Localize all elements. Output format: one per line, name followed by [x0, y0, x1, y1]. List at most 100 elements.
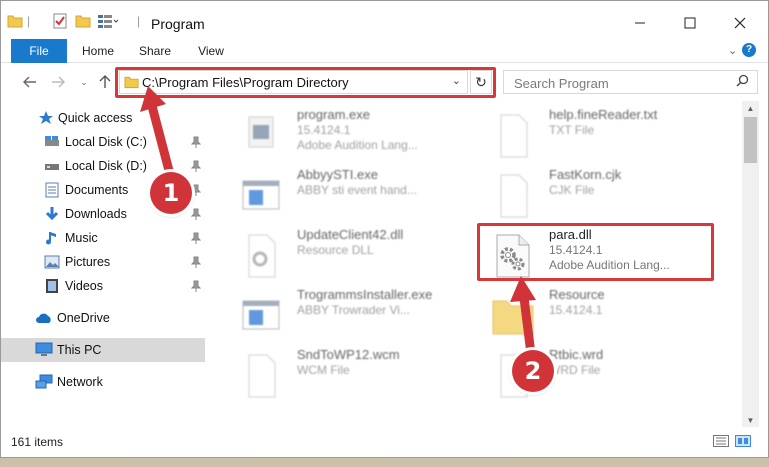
back-arrow-icon: [23, 76, 36, 88]
file-detail: TXT File: [549, 123, 595, 137]
folder-icon: [7, 11, 23, 31]
maximize-button[interactable]: [667, 9, 713, 37]
details-view-icon[interactable]: [713, 435, 729, 447]
file-detail: WRD File: [549, 363, 601, 377]
close-button[interactable]: [717, 9, 763, 37]
file-name: SndToWP12.wcm: [297, 347, 400, 362]
cloud-icon: [35, 309, 53, 327]
pin-icon[interactable]: [191, 232, 201, 244]
file-name: Resource: [549, 287, 605, 302]
nav-item-videos[interactable]: Videos: [1, 274, 205, 298]
file-item[interactable]: program.exe 15.4124.1 Adobe Audition Lan…: [227, 105, 487, 165]
download-icon: [43, 205, 61, 223]
pin-icon[interactable]: [191, 184, 201, 196]
pin-icon[interactable]: [191, 280, 201, 292]
scroll-up-icon[interactable]: ▲: [742, 101, 759, 115]
tab-file[interactable]: File: [11, 39, 67, 63]
file-name: AbbyySTI.exe: [297, 167, 378, 182]
explorer-window: | | Program File Home Share View ⌄ ? ⌄ C…: [0, 0, 769, 458]
recent-locations-button[interactable]: ⌄: [73, 71, 95, 93]
address-highlight-box: [115, 67, 496, 98]
status-bar: 161 items: [1, 427, 768, 457]
nav-item-quick-access[interactable]: Quick access: [1, 106, 205, 130]
nav-label: Music: [65, 231, 98, 245]
item-count: 161 items: [11, 435, 64, 449]
exe-file-icon: [242, 180, 280, 210]
search-box[interactable]: Search Program: [503, 70, 758, 94]
tab-home[interactable]: Home: [73, 39, 123, 63]
scroll-down-icon[interactable]: ▼: [742, 413, 759, 427]
nav-label: OneDrive: [57, 311, 110, 325]
folder-icon: [492, 300, 534, 335]
file-detail: WCM File: [297, 363, 350, 377]
file-item[interactable]: UpdateClient42.dll Resource DLL: [227, 225, 487, 285]
file-name: help.fineReader.txt: [549, 107, 658, 122]
file-detail: ABBY Trowrader Vi...: [297, 303, 410, 317]
file-item[interactable]: TrogrammsInstaller.exe ABBY Trowrader Vi…: [227, 285, 487, 345]
up-button[interactable]: [94, 71, 116, 93]
dll-file-icon: [248, 234, 276, 278]
text-file-icon: [500, 114, 528, 158]
search-icon: [736, 74, 749, 90]
pin-icon[interactable]: [191, 136, 201, 148]
file-item[interactable]: help.fineReader.txt TXT File: [479, 105, 739, 165]
callout-badge-2: 2: [512, 350, 554, 392]
generic-file-icon: [248, 354, 276, 398]
help-icon[interactable]: ?: [742, 43, 756, 57]
window-title: Program: [151, 16, 205, 32]
pictures-icon: [43, 253, 61, 271]
nav-item-pictures[interactable]: Pictures: [1, 250, 205, 274]
nav-item-this-pc[interactable]: This PC: [1, 338, 205, 362]
file-detail: 15.4124.1: [549, 303, 603, 317]
file-detail: CJK File: [549, 183, 595, 197]
file-item[interactable]: SndToWP12.wcm WCM File: [227, 345, 487, 405]
nav-label: Videos: [65, 279, 103, 293]
scroll-thumb[interactable]: [744, 117, 757, 163]
minimize-icon: [635, 22, 645, 24]
tab-view[interactable]: View: [189, 39, 233, 63]
chevron-down-icon: ⌄: [80, 76, 88, 87]
navigation-pane: Quick access Local Disk (C:) Local Disk …: [1, 101, 206, 427]
nav-label: Network: [57, 375, 103, 389]
pin-icon[interactable]: [191, 208, 201, 220]
para-dll-highlight-box: [477, 223, 714, 281]
back-button[interactable]: [19, 71, 41, 93]
vertical-scrollbar[interactable]: ▲ ▼: [742, 101, 759, 427]
drive-icon: [43, 133, 61, 151]
file-name: program.exe: [297, 107, 370, 122]
nav-item-onedrive[interactable]: OneDrive: [1, 306, 205, 330]
properties-icon[interactable]: [52, 11, 68, 31]
title-separator: |: [27, 14, 31, 28]
title-separator: |: [137, 14, 141, 28]
expand-ribbon-icon[interactable]: ⌄: [728, 44, 737, 57]
view-menu-icon[interactable]: [97, 11, 119, 31]
up-arrow-icon: [99, 75, 111, 88]
new-folder-icon[interactable]: [75, 11, 91, 31]
ribbon-tabs: File Home Share View ⌄ ?: [1, 39, 768, 63]
file-item[interactable]: FastKorn.cjk CJK File: [479, 165, 739, 225]
documents-icon: [43, 181, 61, 199]
file-item[interactable]: AbbyySTI.exe ABBY sti event hand...: [227, 165, 487, 225]
nav-item-music[interactable]: Music: [1, 226, 205, 250]
pin-icon[interactable]: [191, 256, 201, 268]
nav-label: This PC: [57, 343, 102, 357]
network-icon: [35, 373, 53, 391]
callout-badge-1: 1: [150, 172, 192, 214]
nav-label: Downloads: [65, 207, 127, 221]
search-input[interactable]: Search Program: [514, 76, 609, 91]
nav-label: Local Disk (C:): [65, 135, 147, 149]
title-bar: | | Program: [1, 1, 768, 39]
pin-icon[interactable]: [191, 160, 201, 172]
minimize-button[interactable]: [617, 9, 663, 37]
file-item[interactable]: Resource 15.4124.1: [479, 285, 739, 345]
star-icon: [37, 109, 55, 127]
file-name: UpdateClient42.dll: [297, 227, 404, 242]
tab-share[interactable]: Share: [131, 39, 179, 63]
nav-item-local-disk-c[interactable]: Local Disk (C:): [1, 130, 205, 154]
nav-item-network[interactable]: Network: [1, 370, 205, 394]
exe-file-icon: [248, 116, 274, 148]
file-list: program.exe 15.4124.1 Adobe Audition Lan…: [209, 101, 742, 427]
videos-icon: [43, 277, 61, 295]
tiles-view-icon[interactable]: [735, 435, 751, 447]
forward-button[interactable]: [47, 71, 69, 93]
